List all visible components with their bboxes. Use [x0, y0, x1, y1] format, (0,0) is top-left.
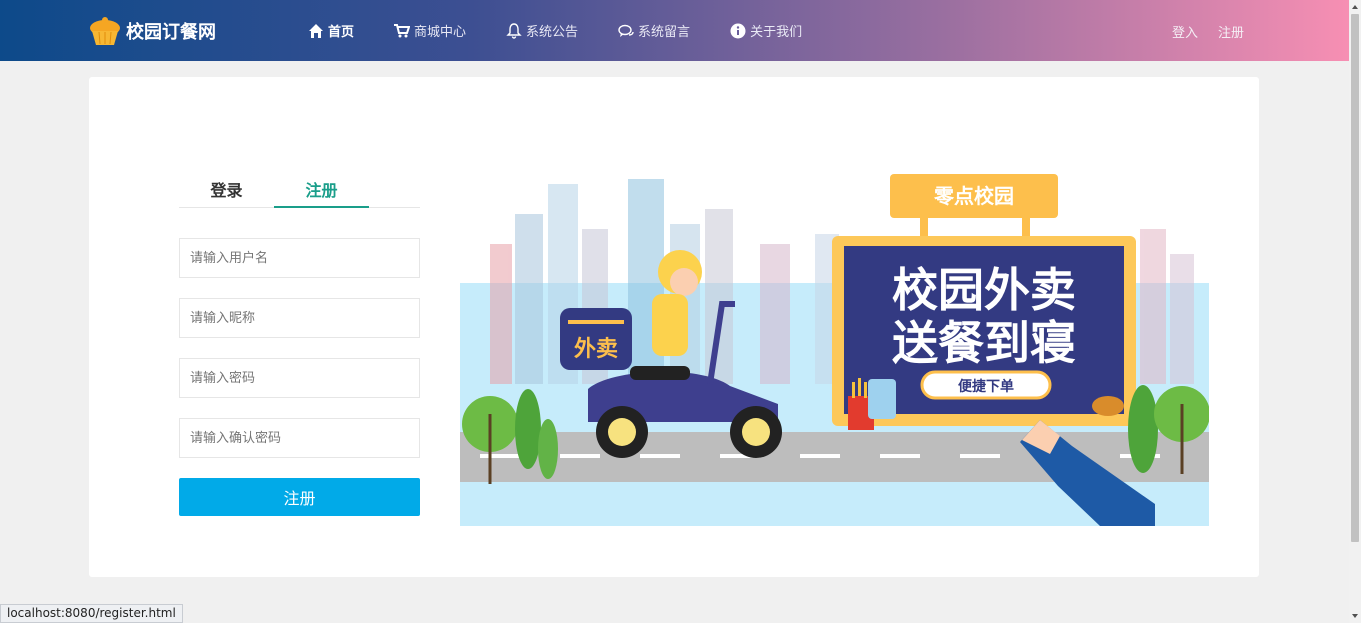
- nav-home-label: 首页: [328, 25, 355, 40]
- scroll-thumb[interactable]: [1351, 14, 1359, 542]
- page-scrollbar[interactable]: [1349, 0, 1361, 623]
- nav-message[interactable]: 系统留言: [618, 21, 690, 40]
- cart-icon: [394, 23, 411, 37]
- login-link[interactable]: 登入: [1172, 22, 1198, 41]
- brand[interactable]: 校园订餐网: [88, 14, 216, 48]
- billboard-line2: 送餐到寝: [892, 316, 1076, 370]
- info-icon: [730, 23, 746, 38]
- cupcake-logo-icon: [90, 17, 120, 45]
- home-icon: [309, 23, 323, 38]
- box-label: 外卖: [574, 336, 618, 362]
- billboard-line1: 校园外卖: [892, 263, 1076, 317]
- auth-tabs: 登录 注册: [179, 169, 420, 208]
- confirm-password-input[interactable]: [179, 418, 420, 458]
- billboard-button-text: 便捷下单: [958, 378, 1014, 395]
- sign-top-text: 零点校园: [933, 184, 1014, 208]
- nickname-input[interactable]: [179, 298, 420, 338]
- nav-mall[interactable]: 商城中心: [394, 21, 466, 40]
- main-nav: 首页 商城中心 系统公告 系统留言 关于我们: [308, 21, 842, 40]
- browser-status-bar: localhost:8080/register.html: [0, 604, 183, 623]
- username-input[interactable]: [179, 238, 420, 278]
- auth-links: 登入 注册: [1172, 22, 1244, 41]
- register-submit-button[interactable]: 注册: [179, 478, 420, 516]
- password-input[interactable]: [179, 358, 420, 398]
- tab-login[interactable]: 登录: [179, 169, 274, 207]
- bell-icon: [506, 22, 522, 39]
- nav-notice[interactable]: 系统公告: [506, 21, 578, 40]
- register-link[interactable]: 注册: [1218, 22, 1244, 41]
- nav-about-label: 关于我们: [750, 25, 803, 40]
- register-card: 登录 注册 注册: [89, 77, 1259, 577]
- tab-register[interactable]: 注册: [274, 169, 369, 208]
- nav-message-label: 系统留言: [638, 25, 691, 40]
- delivery-banner-illustration: 零点校园 校园外卖 送餐到寝 便捷下单 外卖: [460, 174, 1209, 526]
- nav-about[interactable]: 关于我们: [730, 21, 802, 40]
- scroll-up-arrow-icon[interactable]: [1349, 0, 1361, 14]
- nav-notice-label: 系统公告: [526, 25, 579, 40]
- nav-mall-label: 商城中心: [414, 25, 467, 40]
- comments-icon: [618, 24, 634, 37]
- top-navbar: 校园订餐网 首页 商城中心 系统公告 系统留言 关于我们 登入 注册: [0, 0, 1349, 61]
- brand-name: 校园订餐网: [126, 22, 216, 43]
- nav-home[interactable]: 首页: [308, 21, 354, 40]
- scroll-down-arrow-icon[interactable]: [1349, 609, 1361, 623]
